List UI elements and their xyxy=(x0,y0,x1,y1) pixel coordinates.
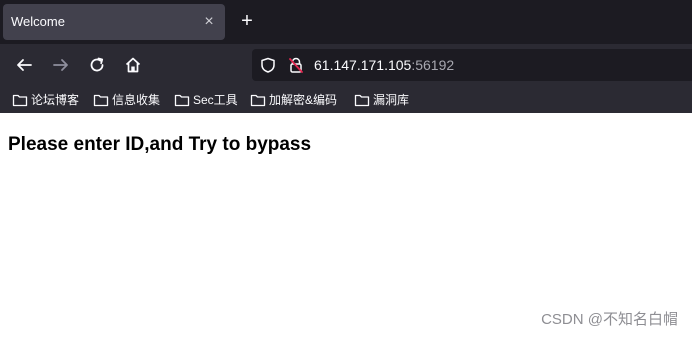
url-host: 61.147.171.105 xyxy=(314,57,412,73)
new-tab-button[interactable]: + xyxy=(236,10,258,32)
site-info-button[interactable] xyxy=(288,57,304,73)
folder-icon xyxy=(174,94,190,106)
tab-close-button[interactable]: × xyxy=(199,12,219,32)
arrow-right-icon xyxy=(53,59,68,71)
tab-strip: Welcome × + xyxy=(0,0,692,44)
forward-button[interactable] xyxy=(49,53,73,77)
back-button[interactable] xyxy=(12,53,36,77)
folder-icon xyxy=(354,94,370,106)
bookmarks-toolbar: 论坛博客 信息收集 Sec工具 加解密&编码 漏洞库 xyxy=(0,86,692,113)
reload-button[interactable] xyxy=(85,53,109,77)
home-button[interactable] xyxy=(121,53,145,77)
bookmark-folder-info-gathering[interactable]: 信息收集 xyxy=(93,90,160,109)
bookmark-folder-vuln-db[interactable]: 漏洞库 xyxy=(354,90,409,109)
bookmark-label: 信息收集 xyxy=(112,93,161,107)
tab-title: Welcome xyxy=(11,14,65,29)
browser-window: Welcome × + 61.147.171.105:56192 论坛博客 信息… xyxy=(0,0,692,337)
bookmark-label: Sec工具 xyxy=(193,93,238,107)
url-bar[interactable]: 61.147.171.105:56192 xyxy=(252,49,692,81)
bookmark-label: 加解密&编码 xyxy=(269,93,338,107)
url-text[interactable]: 61.147.171.105:56192 xyxy=(314,57,454,73)
navigation-toolbar: 61.147.171.105:56192 xyxy=(0,44,692,86)
bookmark-folder-sec-tools[interactable]: Sec工具 xyxy=(174,90,238,109)
bookmark-folder-forum-blog[interactable]: 论坛博客 xyxy=(12,90,79,109)
tab-welcome[interactable]: Welcome × xyxy=(3,4,225,40)
url-port: :56192 xyxy=(411,57,455,73)
folder-icon xyxy=(12,94,28,106)
reload-icon xyxy=(90,57,104,72)
shield-icon xyxy=(261,57,275,73)
csdn-watermark: CSDN @不知名白帽 xyxy=(541,311,678,328)
folder-icon xyxy=(93,94,109,106)
arrow-left-icon xyxy=(17,59,32,71)
tracking-protection-button[interactable] xyxy=(260,57,276,73)
home-icon xyxy=(125,57,141,73)
folder-icon xyxy=(250,94,266,106)
page-heading: Please enter ID,and Try to bypass xyxy=(8,134,312,155)
bookmark-folder-encoding[interactable]: 加解密&编码 xyxy=(250,90,337,109)
page-content: Please enter ID,and Try to bypass CSDN @… xyxy=(0,113,692,337)
bookmark-label: 论坛博客 xyxy=(31,93,80,107)
insecure-lock-icon xyxy=(289,57,303,73)
bookmark-label: 漏洞库 xyxy=(373,93,410,107)
